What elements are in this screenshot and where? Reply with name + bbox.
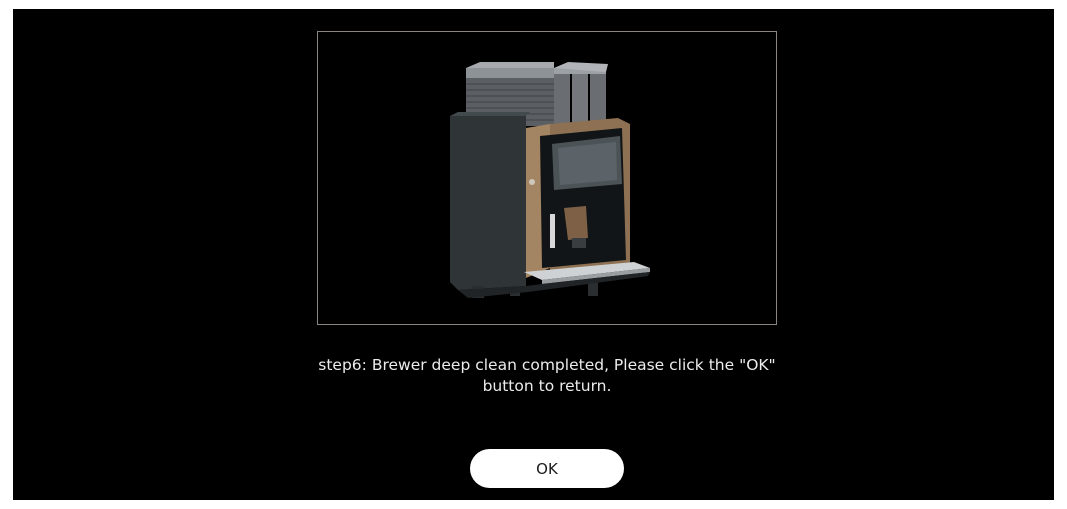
illustration-frame bbox=[317, 31, 777, 325]
dialog-screen: step6: Brewer deep clean completed, Plea… bbox=[13, 9, 1054, 500]
ok-button[interactable]: OK bbox=[470, 449, 624, 488]
status-message: step6: Brewer deep clean completed, Plea… bbox=[318, 356, 776, 395]
coffee-machine-illustration bbox=[450, 62, 650, 298]
